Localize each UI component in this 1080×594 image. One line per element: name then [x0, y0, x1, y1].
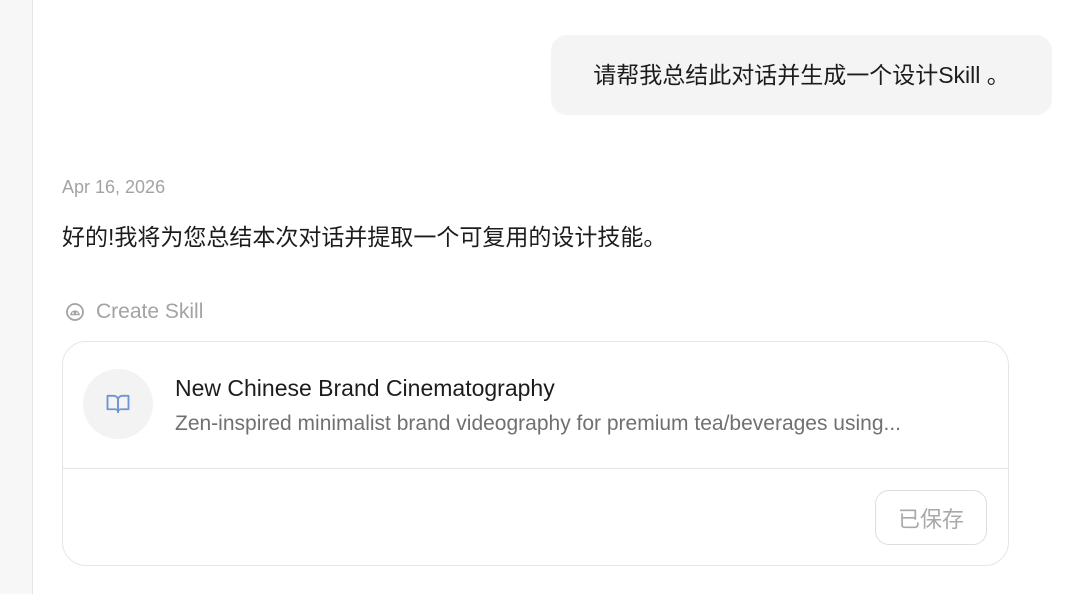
left-sidebar-rail — [0, 0, 33, 594]
tool-call-header: Create Skill — [65, 299, 203, 325]
book-icon — [83, 369, 153, 439]
tool-call-label: Create Skill — [96, 300, 204, 323]
user-message-text: 请帮我总结此对话并生成一个设计Skill 。 — [593, 62, 1010, 88]
skill-card[interactable]: New Chinese Brand Cinematography Zen-ins… — [62, 341, 1009, 566]
skill-icon — [65, 302, 85, 322]
saved-status-button[interactable]: 已保存 — [875, 490, 987, 545]
assistant-message-date: Apr 16, 2026 — [62, 177, 166, 197]
chat-window: 请帮我总结此对话并生成一个设计Skill 。 Apr 16, 2026 好的!我… — [0, 0, 1080, 594]
skill-card-title: New Chinese Brand Cinematography — [175, 375, 555, 401]
skill-card-divider — [63, 468, 1008, 469]
user-message-bubble: 请帮我总结此对话并生成一个设计Skill 。 — [551, 35, 1052, 115]
assistant-message-text: 好的!我将为您总结本次对话并提取一个可复用的设计技能。 — [62, 224, 667, 250]
conversation-panel: 请帮我总结此对话并生成一个设计Skill 。 Apr 16, 2026 好的!我… — [33, 0, 1080, 594]
skill-card-description: Zen-inspired minimalist brand videograph… — [175, 412, 902, 435]
